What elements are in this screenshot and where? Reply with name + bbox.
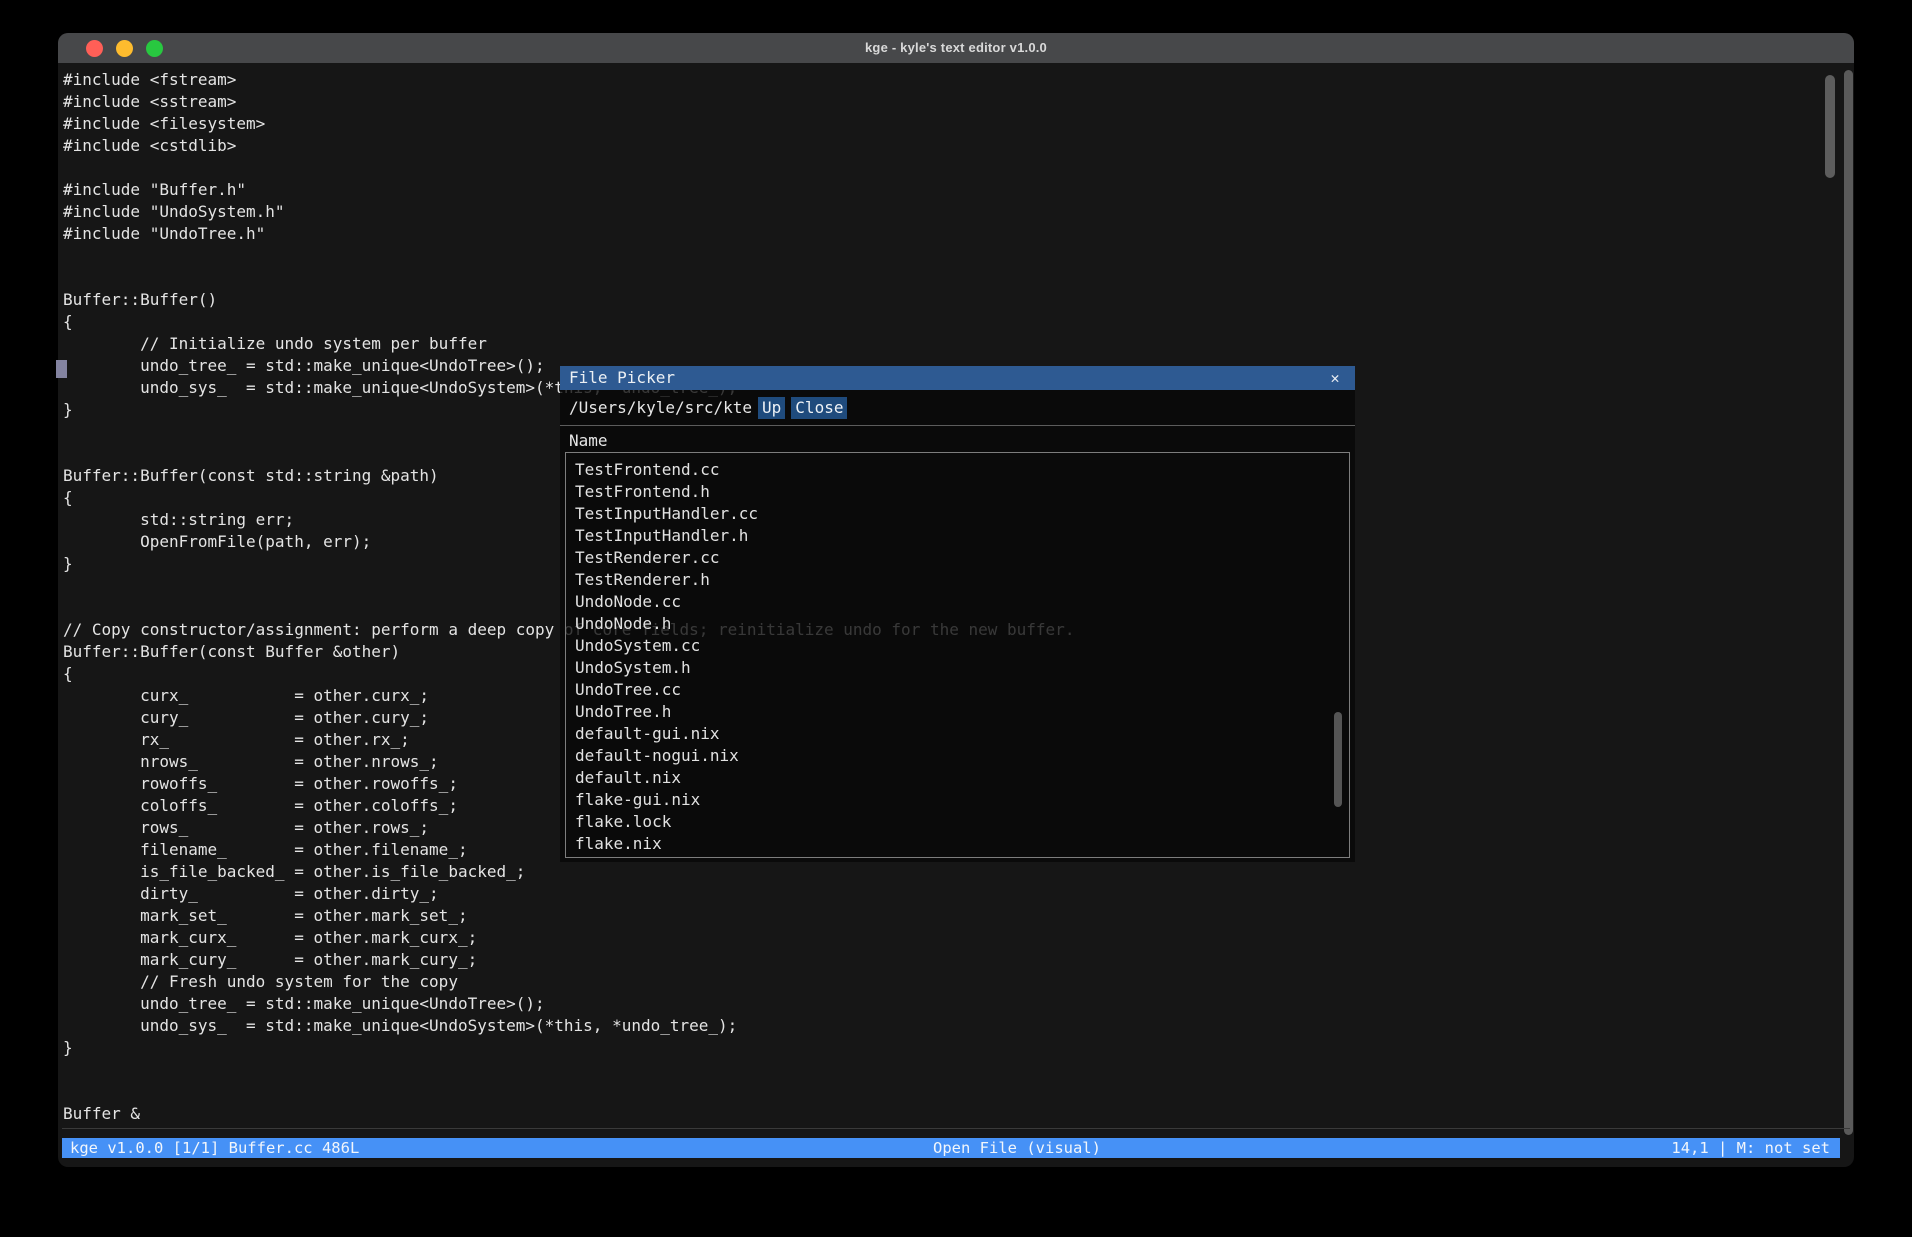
file-item[interactable]: default-gui.nix (566, 723, 1349, 745)
divider (560, 425, 1355, 426)
text-cursor (56, 360, 67, 378)
status-file-info: kge v1.0.0 [1/1] Buffer.cc 486L (70, 1138, 359, 1158)
divider (62, 1128, 1850, 1129)
file-item[interactable]: TestRenderer.cc (566, 547, 1349, 569)
file-item[interactable]: TestFrontend.cc (566, 459, 1349, 481)
desktop: kge - kyle's text editor v1.0.0 #include… (0, 0, 1912, 1237)
file-item[interactable]: TestInputHandler.h (566, 525, 1349, 547)
close-button[interactable]: Close (791, 397, 847, 419)
file-picker-dialog: File Picker ✕ /Users/kyle/src/kte Up Close… (560, 366, 1355, 862)
file-picker-title-bar[interactable]: File Picker ✕ (560, 366, 1355, 390)
file-item[interactable]: TestRenderer.h (566, 569, 1349, 591)
status-cursor-mark: 14,1 | M: not set (1671, 1138, 1830, 1158)
file-item[interactable]: TestFrontend.h (566, 481, 1349, 503)
file-item[interactable]: UndoTree.cc (566, 679, 1349, 701)
window-scrollbar[interactable] (1844, 70, 1853, 1135)
status-mode: Open File (visual) (933, 1138, 1101, 1158)
close-icon[interactable]: ✕ (1325, 366, 1345, 390)
file-item[interactable]: UndoSystem.cc (566, 635, 1349, 657)
file-item[interactable]: UndoNode.h (566, 613, 1349, 635)
file-item[interactable]: default-nogui.nix (566, 745, 1349, 767)
file-picker-title: File Picker (569, 366, 675, 390)
file-item[interactable]: flake-gui.nix (566, 789, 1349, 811)
file-item[interactable]: UndoTree.h (566, 701, 1349, 723)
file-item[interactable]: default.nix (566, 767, 1349, 789)
file-list: TestFrontend.cc TestFrontend.h TestInput… (565, 452, 1350, 858)
editor-scrollbar-thumb[interactable] (1825, 75, 1835, 178)
window-title: kge - kyle's text editor v1.0.0 (58, 33, 1854, 63)
file-list-scrollbar-thumb[interactable] (1334, 712, 1342, 807)
file-item[interactable]: TestInputHandler.cc (566, 503, 1349, 525)
file-item[interactable]: flake.lock (566, 811, 1349, 833)
current-path: /Users/kyle/src/kte (569, 398, 752, 417)
status-bar: kge v1.0.0 [1/1] Buffer.cc 486L Open Fil… (62, 1138, 1840, 1158)
file-item[interactable]: UndoSystem.h (566, 657, 1349, 679)
file-picker-path-row: /Users/kyle/src/kte Up Close (569, 397, 847, 419)
file-item[interactable]: flake.nix (566, 833, 1349, 855)
up-button[interactable]: Up (758, 397, 785, 419)
file-item[interactable]: UndoNode.cc (566, 591, 1349, 613)
name-column-header: Name (569, 430, 608, 452)
